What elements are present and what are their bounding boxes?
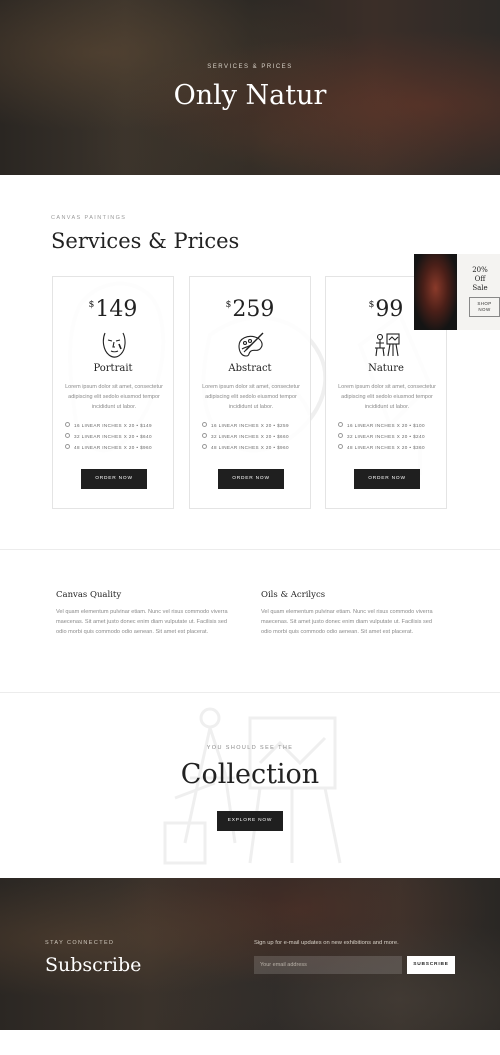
hero-eyebrow: SERVICES & PRICES	[207, 64, 293, 70]
card-description: Lorem ipsum dolor sit amet, consectetur …	[65, 384, 163, 410]
info-text: Vel quam elementum pulvinar etiam. Nunc …	[261, 609, 433, 635]
radio-icon[interactable]	[338, 444, 343, 450]
pricing-card-portrait: $149 Portrait Lorem ipsum dolor sit amet…	[52, 276, 174, 509]
page-bottom-strip	[0, 1030, 500, 1055]
subscribe-button[interactable]: SUBSCRIBE	[407, 956, 455, 974]
subscribe-title: Subscribe	[45, 954, 142, 976]
size-options-list: 16 LINEAR INCHES X 20 • $149 32 LINEAR I…	[65, 420, 152, 453]
card-title: Portrait	[93, 363, 133, 374]
info-title: Oils & Acrilycs	[261, 590, 326, 600]
palette-icon	[238, 332, 264, 357]
order-now-button[interactable]: ORDER NOW	[354, 469, 420, 489]
currency-symbol: $	[368, 300, 375, 310]
card-title: Abstract	[228, 363, 272, 374]
pricing-card-abstract: $259 Abstract Lorem ipsum dolor sit amet…	[189, 276, 311, 509]
services-header: CANVAS PAINTINGS Services & Prices	[51, 215, 239, 253]
card-price: $149	[53, 297, 173, 322]
hero-title: Only Natur	[173, 80, 327, 111]
explore-now-button[interactable]: EXPLORE NOW	[217, 811, 283, 831]
section-divider	[0, 549, 500, 550]
price-value: 259	[232, 297, 275, 322]
hero-banner: SERVICES & PRICES Only Natur	[0, 0, 500, 175]
radio-icon[interactable]	[65, 444, 70, 450]
size-options-list: 16 LINEAR INCHES X 20 • $259 32 LINEAR I…	[202, 420, 289, 453]
info-text: Vel quam elementum pulvinar etiam. Nunc …	[56, 609, 228, 635]
currency-symbol: $	[225, 300, 232, 310]
radio-icon[interactable]	[65, 422, 70, 428]
sale-widget: 20% Off Sale SHOP NOW	[414, 254, 500, 330]
services-eyebrow: CANVAS PAINTINGS	[51, 215, 127, 221]
size-options-list: 16 LINEAR INCHES X 20 • $100 32 LINEAR I…	[338, 420, 425, 453]
size-option[interactable]: 48 LINEAR INCHES X 20 • $960	[202, 442, 289, 453]
size-option[interactable]: 16 LINEAR INCHES X 20 • $259	[202, 420, 289, 431]
price-value: 149	[95, 297, 138, 322]
radio-icon[interactable]	[202, 422, 207, 428]
collection-title: Collection	[180, 759, 320, 790]
face-icon	[102, 332, 126, 358]
order-now-button[interactable]: ORDER NOW	[218, 469, 284, 489]
sale-text: 20% Off Sale	[472, 266, 488, 292]
size-option[interactable]: 48 LINEAR INCHES X 20 • $360	[338, 442, 425, 453]
radio-icon[interactable]	[202, 444, 207, 450]
info-canvas-quality: Canvas Quality Vel quam elementum pulvin…	[56, 590, 236, 637]
radio-icon[interactable]	[65, 433, 70, 439]
info-title: Canvas Quality	[56, 590, 122, 600]
card-description: Lorem ipsum dolor sit amet, consectetur …	[202, 384, 300, 410]
size-option[interactable]: 16 LINEAR INCHES X 20 • $149	[65, 420, 152, 431]
email-field[interactable]	[254, 956, 402, 974]
subscribe-note: Sign up for e-mail updates on new exhibi…	[254, 940, 399, 946]
card-title: Nature	[368, 363, 404, 374]
info-oils-acrylics: Oils & Acrilycs Vel quam elementum pulvi…	[261, 590, 441, 637]
collection-eyebrow: YOU SHOULD SEE THE	[206, 745, 294, 751]
collection-section: YOU SHOULD SEE THE Collection EXPLORE NO…	[0, 693, 500, 878]
subscribe-section: STAY CONNECTED Subscribe Sign up for e-m…	[0, 878, 500, 1030]
subscribe-eyebrow: STAY CONNECTED	[45, 940, 115, 946]
order-now-button[interactable]: ORDER NOW	[81, 469, 147, 489]
easel-painter-icon	[375, 333, 400, 357]
radio-icon[interactable]	[338, 433, 343, 439]
card-price: $259	[190, 297, 310, 322]
card-description: Lorem ipsum dolor sit amet, consectetur …	[338, 384, 436, 410]
size-option[interactable]: 48 LINEAR INCHES X 20 • $960	[65, 442, 152, 453]
shop-now-button[interactable]: SHOP NOW	[469, 297, 500, 317]
size-option[interactable]: 32 LINEAR INCHES X 20 • $240	[338, 431, 425, 442]
currency-symbol: $	[88, 300, 95, 310]
size-option[interactable]: 32 LINEAR INCHES X 20 • $660	[202, 431, 289, 442]
size-option[interactable]: 32 LINEAR INCHES X 20 • $640	[65, 431, 152, 442]
radio-icon[interactable]	[202, 433, 207, 439]
radio-icon[interactable]	[338, 422, 343, 428]
sale-artwork-image[interactable]	[414, 254, 457, 330]
size-option[interactable]: 16 LINEAR INCHES X 20 • $100	[338, 420, 425, 431]
services-title: Services & Prices	[51, 229, 240, 253]
price-value: 99	[375, 297, 404, 322]
